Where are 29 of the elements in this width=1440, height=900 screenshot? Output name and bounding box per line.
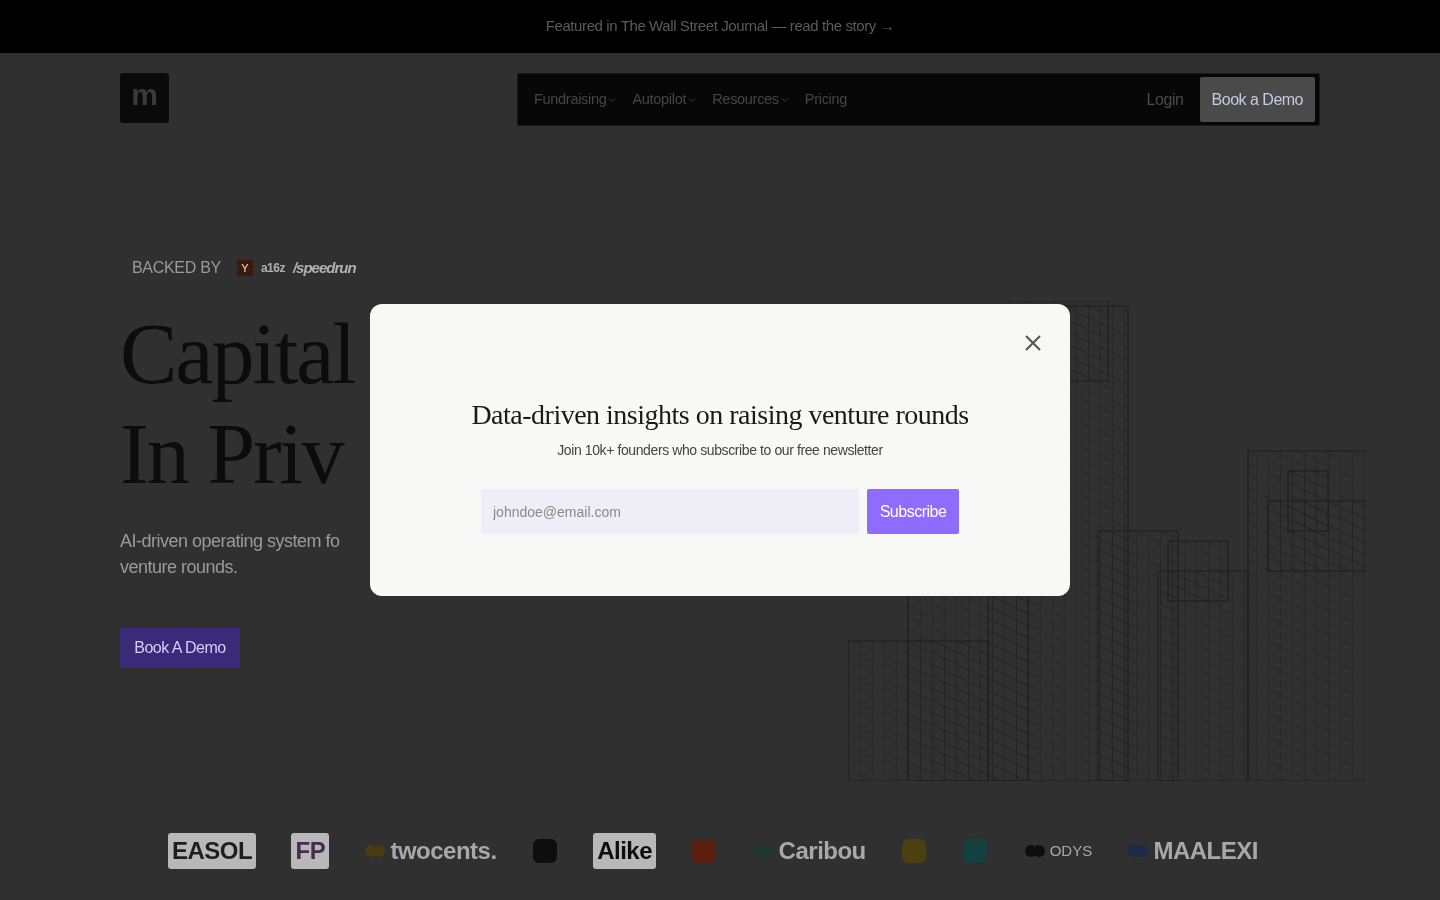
subscribe-button[interactable]: Subscribe [867,489,959,534]
hero-subtitle: venture rounds. [120,556,239,579]
backer-logo: Y [236,260,253,276]
brand-icon [962,838,989,864]
backer-logo: a16z [260,260,285,277]
modal-subtitle: Join 10k+ founders who subscribe to our free newsletter [557,441,883,460]
email-field[interactable]: johndoe@email.com [481,489,859,534]
brand-logo: twocents. [390,836,497,866]
nav-link[interactable]: Resources [712,88,789,111]
brand-logo: ODYS [1049,840,1093,861]
nav-link[interactable]: Autopilot [632,88,697,111]
brand-icon [691,838,718,864]
brand-logo: Caribou [778,836,866,866]
book-demo-button[interactable]: Book a Demo [1199,77,1315,122]
brand-logo: FP [291,833,330,869]
hero-subtitle: AI-driven operating system fo [120,530,341,553]
backed-by-label: BACKED BY [131,258,221,278]
backer-logo: /speedrun [292,257,356,278]
brand-icon [901,838,928,864]
nav-link[interactable]: Fundraising [534,88,617,111]
brand-logo: Alike [593,833,657,869]
brand-logo: MAALEXI [1153,836,1258,866]
nav-link[interactable]: Pricing [804,88,848,111]
login-link[interactable]: Login [1146,87,1184,112]
modal-title: Data-driven insights on raising venture rounds [471,398,969,432]
banner-link[interactable]: Featured in The Wall Street Journal — read the story → [545,15,895,38]
brand-logo: EASOL [168,833,257,869]
book-demo-button[interactable]: Book A Demo [120,628,240,668]
brand-icon [531,838,558,864]
